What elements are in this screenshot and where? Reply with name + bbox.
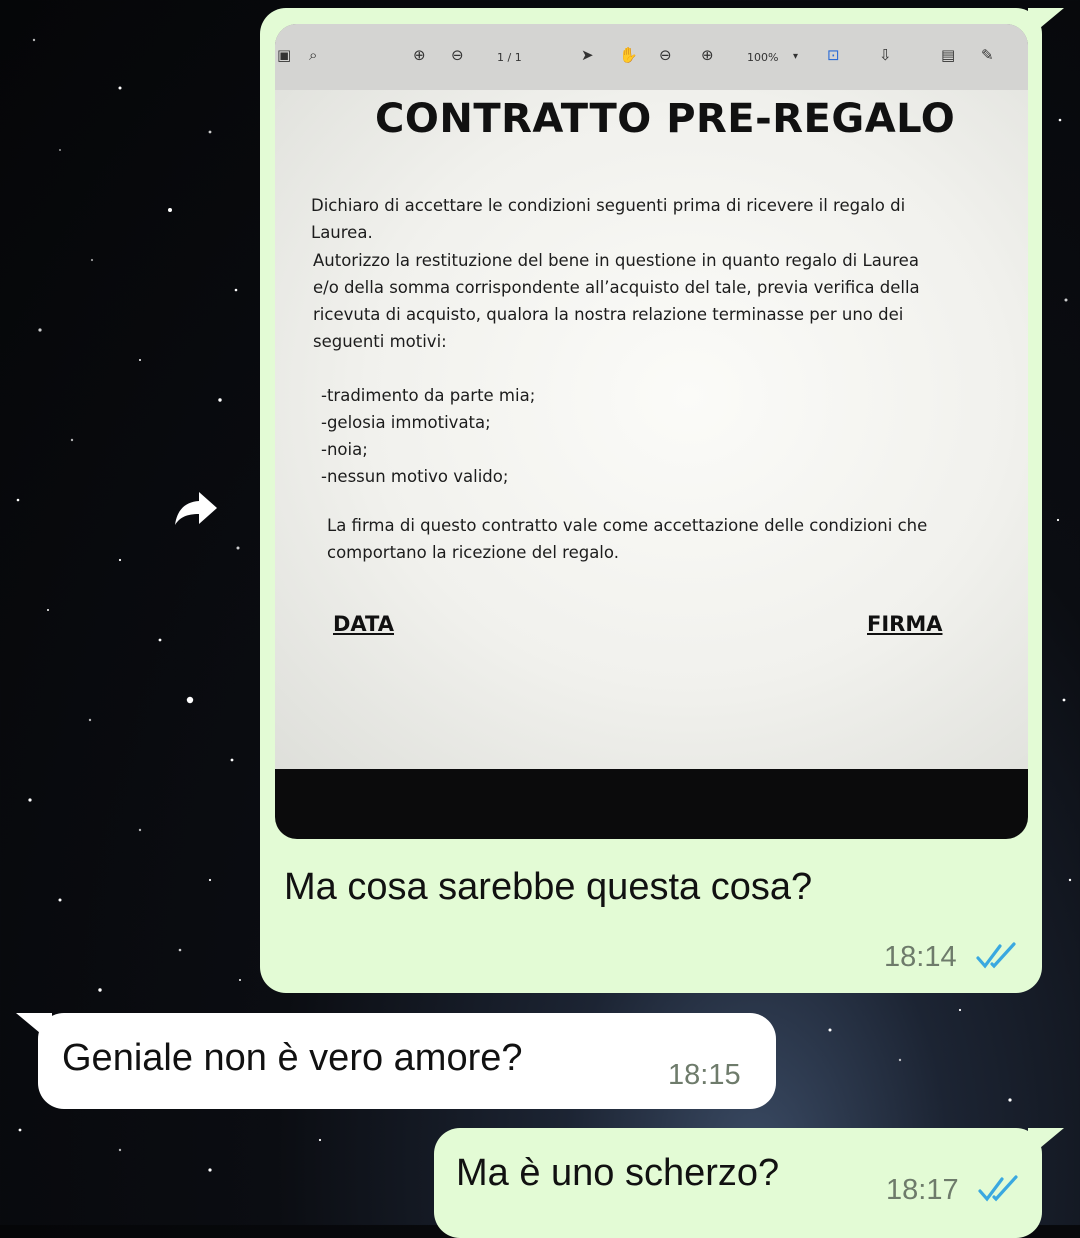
message-time: 18:17 <box>886 1174 959 1206</box>
bubble-tail <box>1028 8 1064 38</box>
date-label: DATA <box>333 612 436 636</box>
doc-line: seguenti motivi: <box>313 332 447 351</box>
select-tool-icon[interactable]: ➤ <box>581 46 594 64</box>
message-time: 18:15 <box>668 1059 741 1091</box>
document-title: CONTRATTO PRE-REGALO <box>375 96 956 142</box>
zoom-in-icon[interactable]: ⊕ <box>701 46 714 64</box>
doc-line: La firma di questo contratto vale come a… <box>327 516 928 535</box>
double-check-icon <box>976 942 1016 969</box>
message-text: Ma cosa sarebbe questa cosa? <box>284 866 813 908</box>
doc-line: ricevuta di acquisto, qualora la nostra … <box>313 305 904 324</box>
zoom-search-icon[interactable]: ⌕ <box>309 46 317 64</box>
message-time: 18:14 <box>884 941 957 973</box>
pdf-toolbar: ▣ ⌕ ⊕ ⊖ 1 / 1 ➤ ✋ ⊖ ⊕ 100% ▾ ⊡ ⇩ ▤ ✎ <box>275 24 1028 90</box>
zoom-out-icon[interactable]: ⊖ <box>659 46 672 64</box>
bubble-tail <box>1028 1128 1064 1158</box>
document-paragraph-1: Dichiaro di accettare le condizioni segu… <box>311 192 905 246</box>
incoming-message-bubble[interactable]: Geniale non è vero amore? 18:15 <box>16 1013 776 1109</box>
doc-line: Autorizzo la restituzione del bene in qu… <box>313 251 919 270</box>
document-paragraph-2: Autorizzo la restituzione del bene in qu… <box>313 247 920 355</box>
comment-icon[interactable]: ▤ <box>941 46 955 64</box>
document-list: -tradimento da parte mia; -gelosia immot… <box>321 382 535 490</box>
forward-button[interactable] <box>170 482 222 534</box>
list-item: -nessun motivo valido; <box>321 467 509 486</box>
forward-icon <box>175 492 217 525</box>
page-up-icon[interactable]: ⊕ <box>413 46 426 64</box>
list-item: -gelosia immotivata; <box>321 413 491 432</box>
doc-line: Laurea. <box>311 223 373 242</box>
scroll-mode-icon[interactable]: ⇩ <box>879 46 892 64</box>
message-text: Ma è uno scherzo? <box>456 1152 780 1194</box>
zoom-level[interactable]: 100% <box>747 51 778 64</box>
hand-tool-icon[interactable]: ✋ <box>619 46 638 64</box>
print-icon[interactable]: ▣ <box>277 46 291 64</box>
pdf-viewer-screen: ▣ ⌕ ⊕ ⊖ 1 / 1 ➤ ✋ ⊖ ⊕ 100% ▾ ⊡ ⇩ ▤ ✎ CON… <box>275 24 1028 769</box>
doc-line: comportano la ricezione del regalo. <box>327 543 619 562</box>
chevron-down-icon[interactable]: ▾ <box>793 51 798 62</box>
doc-line: Dichiaro di accettare le condizioni segu… <box>311 196 906 215</box>
list-item: -tradimento da parte mia; <box>321 386 536 405</box>
doc-line: e/o della somma corrispondente all’acqui… <box>313 278 920 297</box>
bubble-tail <box>16 1013 52 1043</box>
page-indicator: 1 / 1 <box>497 51 522 64</box>
fit-page-icon[interactable]: ⊡ <box>827 46 840 64</box>
list-item: -noia; <box>321 440 368 459</box>
outgoing-message-bubble[interactable]: Ma è uno scherzo? 18:17 <box>434 1128 1064 1238</box>
document-paragraph-3: La firma di questo contratto vale come a… <box>327 512 927 566</box>
attached-photo[interactable]: ▣ ⌕ ⊕ ⊖ 1 / 1 ➤ ✋ ⊖ ⊕ 100% ▾ ⊡ ⇩ ▤ ✎ CON… <box>275 24 1028 839</box>
date-label-text: DATA <box>333 612 395 636</box>
message-text: Geniale non è vero amore? <box>62 1037 523 1079</box>
page-down-icon[interactable]: ⊖ <box>451 46 464 64</box>
pen-icon[interactable]: ✎ <box>981 46 994 64</box>
double-check-icon <box>978 1175 1018 1202</box>
signature-label: FIRMA <box>867 612 943 636</box>
outgoing-message-bubble[interactable]: ▣ ⌕ ⊕ ⊖ 1 / 1 ➤ ✋ ⊖ ⊕ 100% ▾ ⊡ ⇩ ▤ ✎ CON… <box>260 8 1064 993</box>
